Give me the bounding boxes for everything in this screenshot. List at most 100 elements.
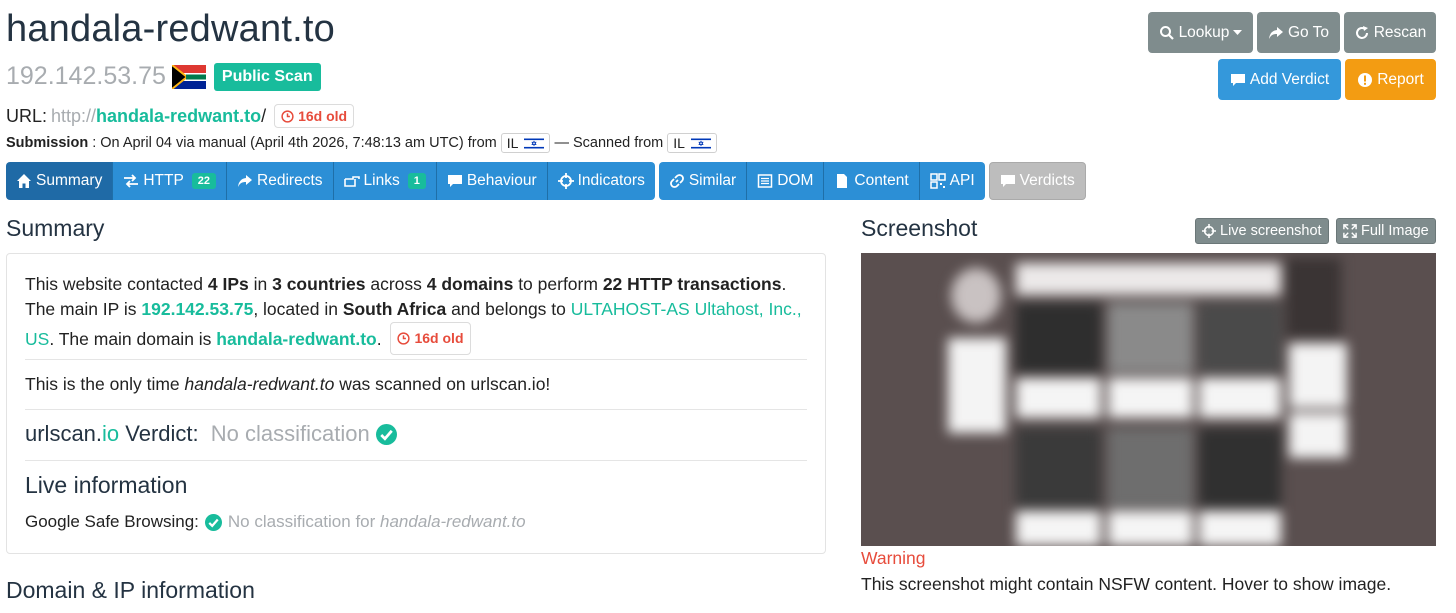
file-icon: [837, 174, 848, 188]
comment-icon: [447, 175, 462, 187]
report-label: Report: [1377, 70, 1424, 88]
share-icon: [238, 175, 253, 187]
add-verdict-label: Add Verdict: [1249, 70, 1330, 88]
lookup-button[interactable]: Lookup: [1148, 12, 1253, 53]
gsb-domain: handala-redwant.to: [380, 512, 526, 531]
tab-label: Summary: [36, 172, 103, 189]
scan-history-text: This is the only time handala-redwant.to…: [25, 372, 810, 397]
tab-indicators[interactable]: Indicators: [547, 162, 655, 200]
crosshairs-icon: [557, 173, 574, 189]
domain-age-text: 16d old: [414, 330, 464, 346]
page-screenshot-blurred[interactable]: [861, 253, 1436, 546]
domain-ip-title: Domain & IP information: [6, 577, 255, 603]
history-domain: handala-redwant.to: [184, 374, 335, 394]
blurred-preview: [861, 253, 1436, 546]
south-africa-flag-icon: [171, 64, 206, 89]
add-verdict-button[interactable]: Add Verdict: [1218, 59, 1341, 100]
tab-summary[interactable]: Summary: [6, 162, 114, 200]
israel-flag-icon: [524, 136, 545, 150]
caret-down-icon: [1233, 29, 1243, 35]
clock-icon: [281, 109, 294, 123]
url-age-text: 16d old: [298, 108, 348, 124]
divider: [25, 409, 807, 410]
gsb-value-text: No classification for: [227, 512, 381, 531]
tab-label: API: [949, 172, 975, 189]
result-tabs: Summary HTTP 22 Redirects Links 1 Behavi…: [6, 162, 1086, 200]
scanner-country-code: IL: [673, 135, 685, 151]
live-info-title: Live information: [25, 472, 188, 498]
crosshairs-icon: [1202, 224, 1216, 238]
main-domain-link[interactable]: handala-redwant.to: [216, 329, 376, 349]
brand-accent: io: [102, 421, 120, 446]
tab-group-secondary: Similar DOM Content API: [658, 162, 985, 200]
live-screenshot-label: Live screenshot: [1220, 223, 1322, 239]
submitter-country-badge: IL: [500, 133, 551, 153]
full-image-button[interactable]: Full Image: [1336, 218, 1436, 244]
home-icon: [17, 174, 31, 188]
divider: [25, 460, 807, 461]
tab-label: Redirects: [257, 172, 323, 189]
tab-behaviour[interactable]: Behaviour: [436, 162, 548, 200]
tab-redirects[interactable]: Redirects: [227, 162, 334, 200]
goto-button[interactable]: Go To: [1257, 12, 1340, 53]
summary-paragraph: This website contacted 4 IPs in 3 countr…: [25, 272, 810, 355]
rescan-label: Rescan: [1373, 23, 1427, 41]
clock-icon: [397, 332, 411, 345]
summary-text: This website contacted: [25, 274, 208, 294]
expand-icon: [1343, 224, 1357, 238]
url-label: URL:: [6, 105, 48, 126]
tab-links[interactable]: Links 1: [333, 162, 437, 200]
links-count-badge: 1: [407, 173, 426, 189]
tab-api[interactable]: API: [919, 162, 985, 200]
report-button[interactable]: Report: [1345, 59, 1436, 100]
link-icon: [669, 174, 684, 188]
summary-title: Summary: [6, 215, 105, 241]
summary-text: across: [365, 274, 427, 294]
tab-verdicts[interactable]: Verdicts: [988, 162, 1086, 200]
divider: [25, 359, 807, 360]
lookup-label: Lookup: [1178, 23, 1230, 41]
ip-row: 192.142.53.75 Public Scan: [6, 62, 321, 91]
submission-label: Submission: [6, 135, 89, 151]
comment-icon: [1230, 73, 1245, 86]
submission-text: : On April 04 via manual (April 4th 2026…: [92, 135, 497, 151]
summary-panel: This website contacted 4 IPs in 3 countr…: [6, 253, 826, 554]
history-text: was scanned on urlscan.io!: [334, 374, 551, 394]
tab-similar[interactable]: Similar: [658, 162, 748, 200]
summary-text: . The main domain is: [49, 329, 217, 349]
live-screenshot-button[interactable]: Live screenshot: [1195, 218, 1329, 244]
scanned-from-text: — Scanned from: [554, 135, 664, 151]
summary-text: in: [248, 274, 273, 294]
urlscan-verdict: urlscan.io Verdict: No classification: [25, 421, 397, 447]
gsb-label: Google Safe Browsing:: [25, 512, 199, 531]
refresh-icon: [1355, 25, 1368, 39]
history-text: This is the only time: [25, 374, 185, 394]
url-row: URL: http://handala-redwant.to/ 16d old: [6, 104, 355, 128]
share-icon: [1268, 26, 1283, 39]
country-count: 3 countries: [272, 274, 366, 294]
verdict-label: Verdict:: [119, 421, 205, 446]
rescan-button[interactable]: Rescan: [1344, 12, 1436, 53]
nsfw-warning-text: This screenshot might contain NSFW conte…: [861, 574, 1392, 594]
url-protocol: http://: [51, 105, 97, 126]
url-host: handala-redwant.to: [96, 105, 262, 126]
tab-content[interactable]: Content: [824, 162, 920, 200]
page-title: handala-redwant.to: [6, 8, 335, 50]
main-ip-link[interactable]: 192.142.53.75: [141, 299, 253, 319]
scanner-country-badge: IL: [667, 133, 717, 153]
check-circle-icon: [375, 423, 397, 445]
tab-http[interactable]: HTTP 22: [113, 162, 228, 200]
ip-count: 4 IPs: [207, 274, 249, 294]
brand-text: urlscan.: [25, 421, 103, 446]
summary-text: , located in: [253, 299, 343, 319]
israel-flag-icon: [690, 136, 711, 150]
summary-text: and belongs to: [446, 299, 571, 319]
scanned-url[interactable]: http://handala-redwant.to/: [51, 106, 266, 127]
main-ip[interactable]: 192.142.53.75: [6, 62, 166, 91]
summary-text: .: [376, 329, 382, 349]
goto-label: Go To: [1287, 23, 1330, 41]
tab-label: Verdicts: [1019, 172, 1075, 189]
tab-label: Content: [854, 172, 909, 189]
google-safe-browsing-row: Google Safe Browsing: No classification …: [25, 512, 526, 532]
tab-dom[interactable]: DOM: [747, 162, 825, 200]
